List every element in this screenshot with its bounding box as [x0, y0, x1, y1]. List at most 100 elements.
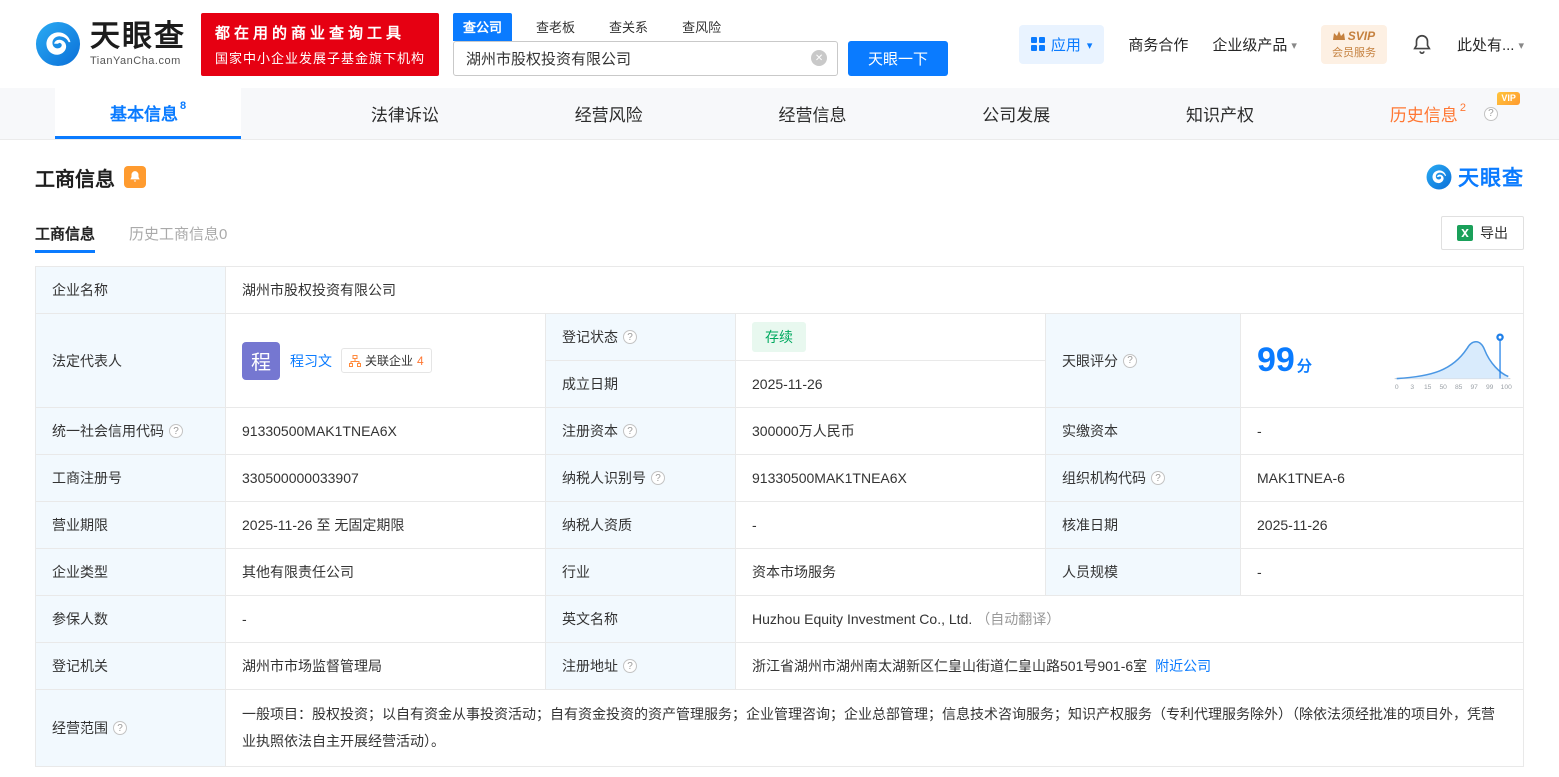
- establish-date-label-cell: 成立日期: [546, 361, 736, 407]
- business-term-value: 2025-11-26 至 无固定期限: [226, 502, 546, 548]
- table-row: 企业类型 其他有限责任公司 行业 资本市场服务 人员规模 -: [36, 549, 1523, 596]
- reg-status-label: 登记状态: [562, 329, 618, 345]
- export-button[interactable]: 导出: [1441, 216, 1524, 250]
- taxpayer-id-value: 91330500MAK1TNEA6X: [736, 455, 1046, 501]
- establish-date-value-cell: 2025-11-26: [736, 361, 1046, 407]
- tab-basic-badge: 8: [180, 100, 187, 112]
- tab-business-info[interactable]: 经营信息: [772, 88, 852, 139]
- org-code-text: MAK1TNEA-6: [1257, 470, 1345, 486]
- tab-history-info[interactable]: 历史信息 2 VIP: [1384, 88, 1520, 139]
- establish-date-text: 2025-11-26: [752, 376, 823, 392]
- help-icon[interactable]: [1123, 353, 1137, 368]
- taxpayer-qualification-label-cell: 纳税人资质: [546, 502, 736, 548]
- top-nav: 应用 商务合作 企业级产品 SVIP 会员服务 此处有...: [1018, 24, 1524, 64]
- nav-enterprise[interactable]: 企业级产品: [1212, 34, 1297, 55]
- chart-tick: 50: [1439, 383, 1447, 390]
- page-title: 工商信息: [35, 168, 115, 191]
- help-icon[interactable]: [651, 471, 665, 485]
- help-icon[interactable]: [169, 424, 183, 438]
- paidin-capital-value: -: [1241, 408, 1523, 454]
- nav-account[interactable]: 此处有...: [1457, 34, 1524, 55]
- nearby-companies-link[interactable]: 附近公司: [1155, 656, 1211, 676]
- taxpayer-qualification-text: -: [752, 517, 757, 533]
- search-tab-boss[interactable]: 查老板: [526, 13, 585, 41]
- help-icon[interactable]: [1483, 106, 1498, 121]
- org-code-value: MAK1TNEA-6: [1241, 455, 1523, 501]
- excel-icon: [1457, 225, 1473, 241]
- subtab-business-info[interactable]: 工商信息: [35, 223, 96, 253]
- tab-legal-proceedings[interactable]: 法律诉讼: [365, 88, 445, 139]
- help-icon[interactable]: [1151, 471, 1165, 485]
- search-tab-company[interactable]: 查公司: [453, 12, 513, 41]
- help-icon[interactable]: [623, 424, 637, 438]
- org-code-label: 组织机构代码: [1062, 470, 1146, 486]
- avatar[interactable]: 程: [242, 341, 280, 380]
- address-text: 浙江省湖州市湖州南太湖新区仁皇山街道仁皇山路501号901-6室: [752, 658, 1148, 674]
- nav-cooperation[interactable]: 商务合作: [1128, 34, 1188, 55]
- tianyancha-logo-icon: [1426, 164, 1452, 190]
- address-value: 浙江省湖州市湖州南太湖新区仁皇山街道仁皇山路501号901-6室 附近公司: [736, 643, 1523, 689]
- logo-text: 天眼查 TianYanCha.com: [90, 21, 186, 67]
- svip-membership-button[interactable]: SVIP 会员服务: [1320, 24, 1387, 64]
- slogan-banner: 都在用的商业查询工具 国家中小企业发展子基金旗下机构: [201, 12, 440, 76]
- search-button[interactable]: 天眼一下: [848, 40, 949, 76]
- registry-label-cell: 登记机关: [36, 643, 226, 689]
- tab-ip-label: 知识产权: [1186, 106, 1255, 125]
- org-chart-icon: [349, 354, 361, 367]
- help-icon[interactable]: [113, 721, 127, 735]
- scope-value: 一般项目：股权投资；以自有资金从事投资活动；自有资金投资的资产管理服务；企业管理…: [226, 690, 1523, 766]
- vip-tag: VIP: [1497, 92, 1520, 105]
- industry-value: 资本市场服务: [736, 549, 1046, 595]
- chart-tick: 0: [1395, 383, 1399, 390]
- help-icon[interactable]: [623, 659, 637, 673]
- table-row: 统一社会信用代码 91330500MAK1TNEA6X 注册资本 300000万…: [36, 408, 1523, 455]
- company-type-text: 其他有限责任公司: [242, 564, 354, 580]
- staff-size-label: 人员规模: [1062, 564, 1118, 580]
- org-code-label-cell: 组织机构代码: [1046, 455, 1241, 501]
- establish-date-row: 成立日期 2025-11-26: [546, 361, 1046, 407]
- search-tab-risk[interactable]: 查风险: [672, 13, 731, 41]
- chart-tick: 97: [1470, 383, 1478, 390]
- reg-capital-label-cell: 注册资本: [546, 408, 736, 454]
- related-companies-badge[interactable]: 关联企业 4: [341, 348, 432, 373]
- reg-number-label: 工商注册号: [52, 470, 122, 486]
- tab-intellectual-property[interactable]: 知识产权: [1180, 88, 1260, 139]
- search-tab-relation[interactable]: 查关系: [599, 13, 658, 41]
- company-name-label-cell: 企业名称: [36, 267, 226, 313]
- industry-label: 行业: [562, 564, 590, 580]
- business-term-label: 营业期限: [52, 517, 108, 533]
- legal-rep-label: 法定代表人: [52, 352, 122, 369]
- tab-history-label: 历史信息: [1389, 106, 1458, 125]
- score-value-cell: 99 分 0 3 15 50 85 97 99 100: [1241, 314, 1523, 407]
- subscribe-bell-button[interactable]: [124, 166, 146, 188]
- export-label: 导出: [1480, 225, 1508, 241]
- tianyancha-logo[interactable]: 天眼查 TianYanCha.com: [35, 21, 186, 67]
- notifications-button[interactable]: [1411, 33, 1433, 55]
- tab-basic-info[interactable]: 基本信息 8: [55, 88, 242, 139]
- help-icon[interactable]: [623, 330, 637, 344]
- bell-icon: [130, 171, 140, 182]
- svip-sublabel: 会员服务: [1331, 46, 1376, 59]
- tab-operating-risk[interactable]: 经营风险: [569, 88, 649, 139]
- table-row: 工商注册号 330500000033907 纳税人识别号 91330500MAK…: [36, 455, 1523, 502]
- address-label-cell: 注册地址: [546, 643, 736, 689]
- paidin-capital-text: -: [1257, 423, 1262, 439]
- chart-tick: 99: [1486, 383, 1494, 390]
- tab-company-development[interactable]: 公司发展: [976, 88, 1056, 139]
- clear-icon[interactable]: [811, 50, 828, 66]
- company-type-label-cell: 企业类型: [36, 549, 226, 595]
- subtab-history-business-info[interactable]: 历史工商信息0: [129, 223, 227, 244]
- search-input[interactable]: [464, 48, 812, 68]
- legal-rep-value-cell: 程 程习文 关联企业 4: [226, 314, 546, 407]
- company-name-text: 湖州市股权投资有限公司: [242, 282, 396, 298]
- company-name-value: 湖州市股权投资有限公司: [226, 267, 1523, 313]
- legal-rep-name-link[interactable]: 程习文: [290, 351, 332, 371]
- score-label: 天眼评分: [1062, 352, 1118, 369]
- slogan-line2: 国家中小企业发展子基金旗下机构: [215, 50, 426, 66]
- auto-translate-note: （自动翻译）: [976, 611, 1061, 627]
- subtab-row: 工商信息 历史工商信息0 导出: [35, 216, 1524, 253]
- establish-date-label: 成立日期: [562, 376, 618, 392]
- reg-capital-label: 注册资本: [562, 423, 618, 439]
- english-name-label: 英文名称: [562, 611, 618, 627]
- apps-menu-button[interactable]: 应用: [1018, 24, 1105, 64]
